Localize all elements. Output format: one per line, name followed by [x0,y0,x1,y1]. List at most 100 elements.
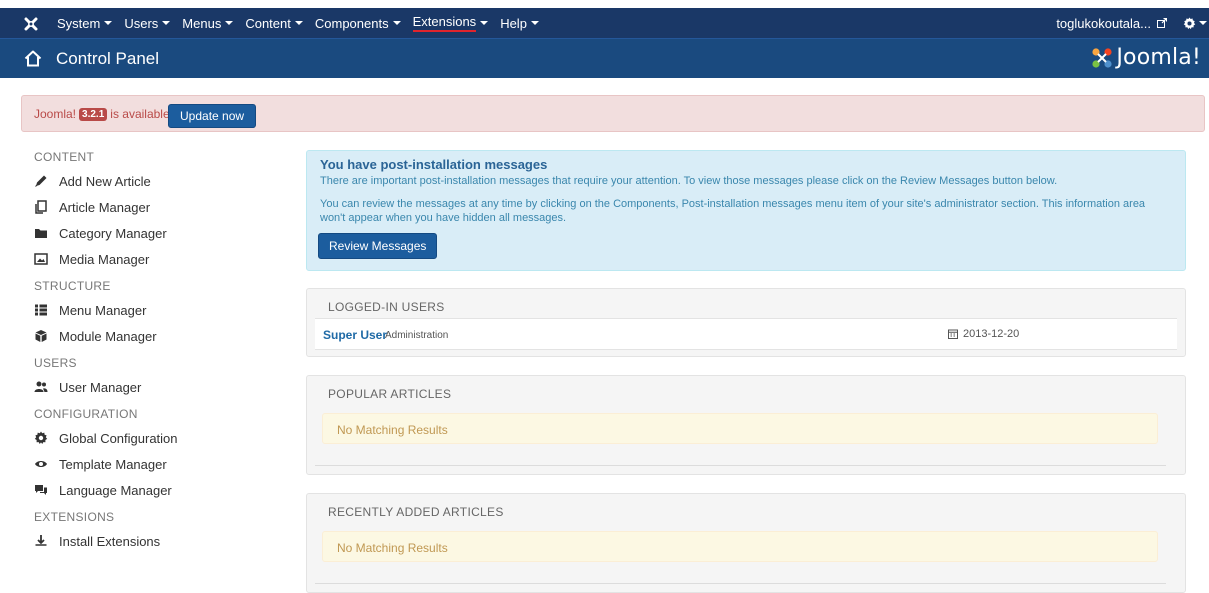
menu-components-label: Components [314,15,389,31]
sidebar-item-media-manager[interactable]: Media Manager [34,246,274,272]
chevron-down-icon [1199,21,1207,25]
pencil-icon [35,175,47,187]
menu-help-label: Help [500,15,527,31]
login-date-value: 2013-12-20 [963,328,1020,340]
user-role: Administration [385,330,449,341]
section-configuration-title: CONFIGURATION [34,407,138,421]
external-link-icon[interactable] [1157,18,1167,28]
main-menu: System Users Menus Content Components Ex… [57,8,551,38]
sidebar-item-label: Template Manager [59,456,167,472]
user-name-link[interactable]: Super User [323,328,387,342]
chevron-down-icon [104,21,113,25]
menu-menus[interactable]: Menus [182,15,234,31]
page-title: Control Panel [56,49,160,68]
post-install-text-2: You can review the messages at any time … [320,198,1146,224]
review-messages-button[interactable]: Review Messages [318,233,438,259]
chevron-down-icon [530,21,539,25]
top-strip [0,0,1209,8]
joomla-logo-text: Joomla! [1116,45,1201,70]
menu-content[interactable]: Content [245,16,303,31]
menu-help[interactable]: Help [500,16,539,31]
sidebar-item-label: Media Manager [59,251,150,267]
sidebar-item-menu-manager[interactable]: Menu Manager [34,297,274,323]
update-prefix: Joomla! [34,107,77,121]
logged-in-users-title: LOGGED-IN USERS [328,300,445,314]
chevron-down-icon [294,21,303,25]
chevron-down-icon [225,21,234,25]
sidebar: CONTENT Add New Article Article Manager … [34,150,274,554]
menu-content-label: Content [245,15,291,31]
joomla-logo[interactable]: Joomla! [1091,45,1201,70]
version-badge: 3.2.1 [79,107,108,121]
sidebar-item-label: Menu Manager [59,302,147,318]
cog-icon [34,431,48,444]
image-icon [34,253,48,265]
menu-users-label: Users [124,15,159,31]
sidebar-item-label: User Manager [59,379,142,395]
update-alert: Joomla! 3.2.1 is available: Update now [21,95,1205,132]
gear-icon [1183,16,1196,29]
menu-system[interactable]: System [57,15,113,31]
update-now-button[interactable]: Update now [168,104,257,128]
sidebar-item-label: Module Manager [59,328,157,344]
sidebar-item-article-manager[interactable]: Article Manager [34,194,274,220]
section-structure-title: STRUCTURE [34,279,111,293]
sidebar-item-label: Language Manager [59,482,172,498]
users-icon [34,381,48,392]
divider [315,465,1166,466]
page-header: Control Panel Joomla! [0,38,1209,78]
menu-users[interactable]: Users [124,15,171,31]
copy-icon [35,200,47,214]
menu-system-label: System [57,15,101,31]
sidebar-item-label: Install Extensions [59,533,161,549]
logged-in-users-module: LOGGED-IN USERS Super User Administratio… [306,288,1186,357]
recent-no-results: No Matching Results [322,531,1158,562]
sidebar-item-label: Article Manager [59,199,151,215]
sidebar-item-language-manager[interactable]: Language Manager [34,477,274,503]
home-icon [24,50,42,67]
chevron-down-icon [480,21,489,25]
menu-menus-label: Menus [182,15,222,31]
login-date: 2013-12-20 [948,328,1019,340]
chevron-down-icon [162,21,171,25]
sidebar-item-global-configuration[interactable]: Global Configuration [34,425,274,451]
admin-navbar: System Users Menus Content Components Ex… [0,8,1209,38]
divider [315,583,1166,584]
update-suffix: is available: [110,107,173,121]
sidebar-item-module-manager[interactable]: Module Manager [34,323,274,349]
joomla-menu-icon[interactable] [24,17,38,31]
sidebar-item-category-manager[interactable]: Category Manager [34,220,274,246]
cube-icon [35,330,47,342]
update-alert-text: Joomla! 3.2.1 is available: [34,107,173,121]
eye-icon [35,461,47,467]
table-row: Super User Administration 2013-12-20 [315,318,1177,350]
recent-articles-title: RECENTLY ADDED ARTICLES [328,505,504,519]
popular-no-results: No Matching Results [322,413,1158,444]
joomla-logo-icon [1092,47,1112,68]
navbar-right: toglukokoutala... [1056,8,1209,38]
sidebar-item-install-extensions[interactable]: Install Extensions [34,528,274,554]
sidebar-item-label: Category Manager [59,225,167,241]
site-link[interactable]: toglukokoutala... [1056,16,1151,31]
sidebar-item-label: Global Configuration [59,430,178,446]
section-content-title: CONTENT [34,150,95,164]
post-install-text-1: There are important post-installation me… [320,175,1058,187]
download-icon [35,535,47,546]
post-install-alert: You have post-installation messages Ther… [306,150,1186,271]
comments-icon [35,485,47,495]
menu-extensions[interactable]: Extensions [412,14,489,32]
list-icon [35,304,47,316]
menu-extensions-label: Extensions [412,14,477,32]
recent-articles-module: RECENTLY ADDED ARTICLES No Matching Resu… [306,493,1186,593]
sidebar-item-template-manager[interactable]: Template Manager [34,451,274,477]
sidebar-item-add-new-article[interactable]: Add New Article [34,168,274,194]
menu-components[interactable]: Components [315,16,401,31]
sidebar-item-user-manager[interactable]: User Manager [34,374,274,400]
chevron-down-icon [392,21,401,25]
folder-icon [35,229,47,238]
settings-dropdown[interactable] [1183,16,1207,30]
section-extensions-title: EXTENSIONS [34,510,115,524]
sidebar-item-label: Add New Article [59,173,151,189]
calendar-icon [948,329,958,339]
post-install-heading: You have post-installation messages [320,157,548,172]
